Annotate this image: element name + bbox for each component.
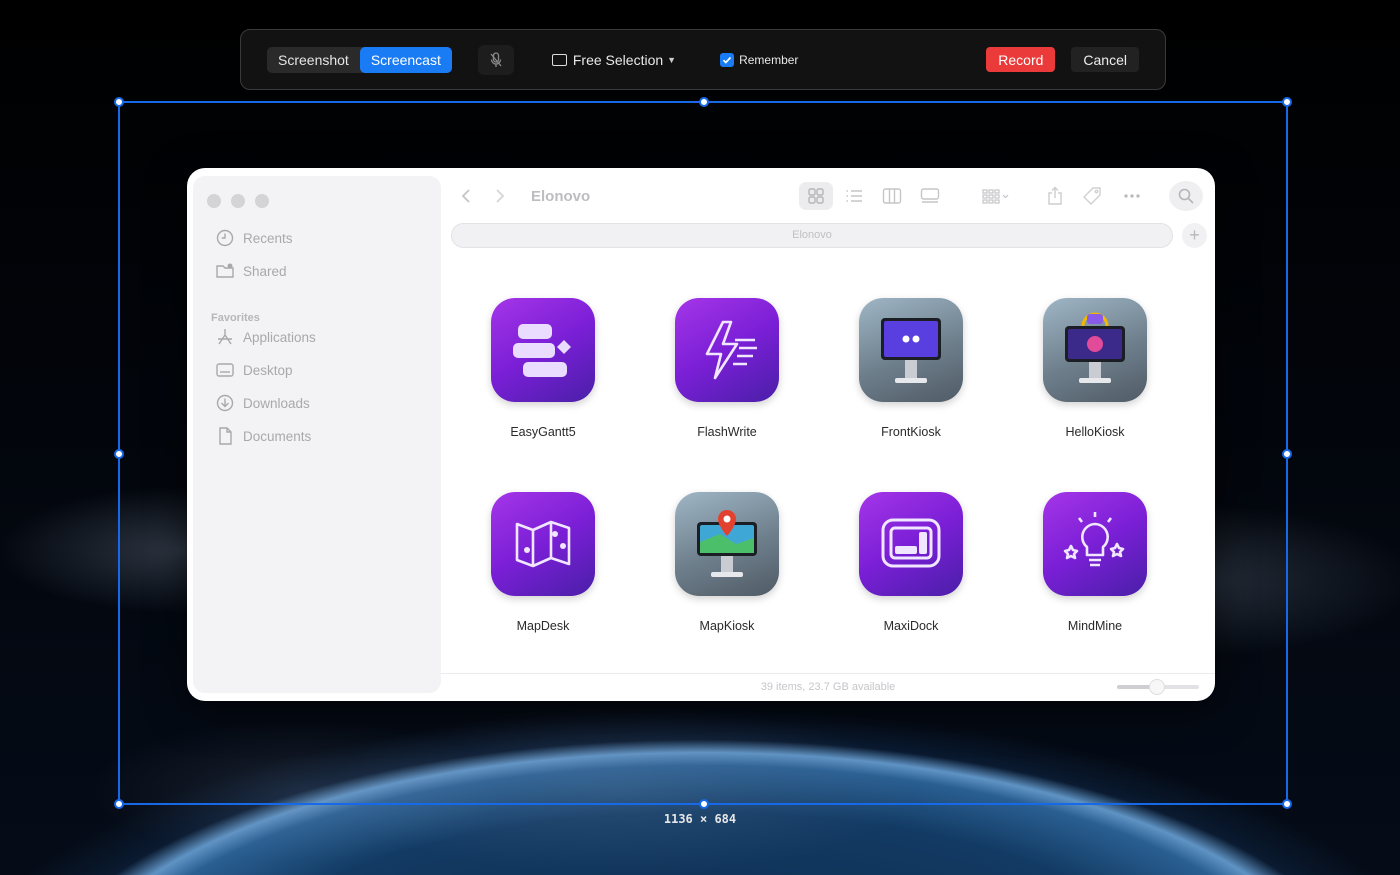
chevron-down-icon: ▼ xyxy=(667,54,677,65)
resize-handle-bottom[interactable] xyxy=(699,799,709,809)
cancel-button[interactable]: Cancel xyxy=(1071,47,1139,72)
resize-handle-bottom-left[interactable] xyxy=(114,799,124,809)
resize-handle-top[interactable] xyxy=(699,97,709,107)
capture-toolbar: Screenshot Screencast Free Selection ▼ R… xyxy=(240,29,1166,90)
microphone-button[interactable] xyxy=(477,44,514,75)
resize-handle-bottom-right[interactable] xyxy=(1282,799,1292,809)
remember-label: Remember xyxy=(739,52,799,67)
remember-checkbox[interactable] xyxy=(720,52,735,67)
resize-handle-right[interactable] xyxy=(1282,449,1292,459)
capture-mode-toggle: Screenshot Screencast xyxy=(267,46,452,73)
resize-handle-top-right[interactable] xyxy=(1282,97,1292,107)
screencast-mode-button[interactable]: Screencast xyxy=(359,46,452,73)
capture-selection-area[interactable] xyxy=(114,97,1292,809)
screenshot-mode-button[interactable]: Screenshot xyxy=(267,47,360,73)
remember-option[interactable]: Remember xyxy=(720,52,799,67)
record-button[interactable]: Record xyxy=(986,47,1056,72)
selection-dimensions: 1136 × 684 xyxy=(663,812,737,826)
resize-handle-left[interactable] xyxy=(114,449,124,459)
selection-rect-icon xyxy=(551,53,567,66)
mic-off-icon xyxy=(490,51,502,67)
selection-mode-dropdown[interactable]: Free Selection ▼ xyxy=(551,51,677,68)
resize-handle-top-left[interactable] xyxy=(114,97,124,107)
selection-mode-label: Free Selection xyxy=(572,51,664,68)
